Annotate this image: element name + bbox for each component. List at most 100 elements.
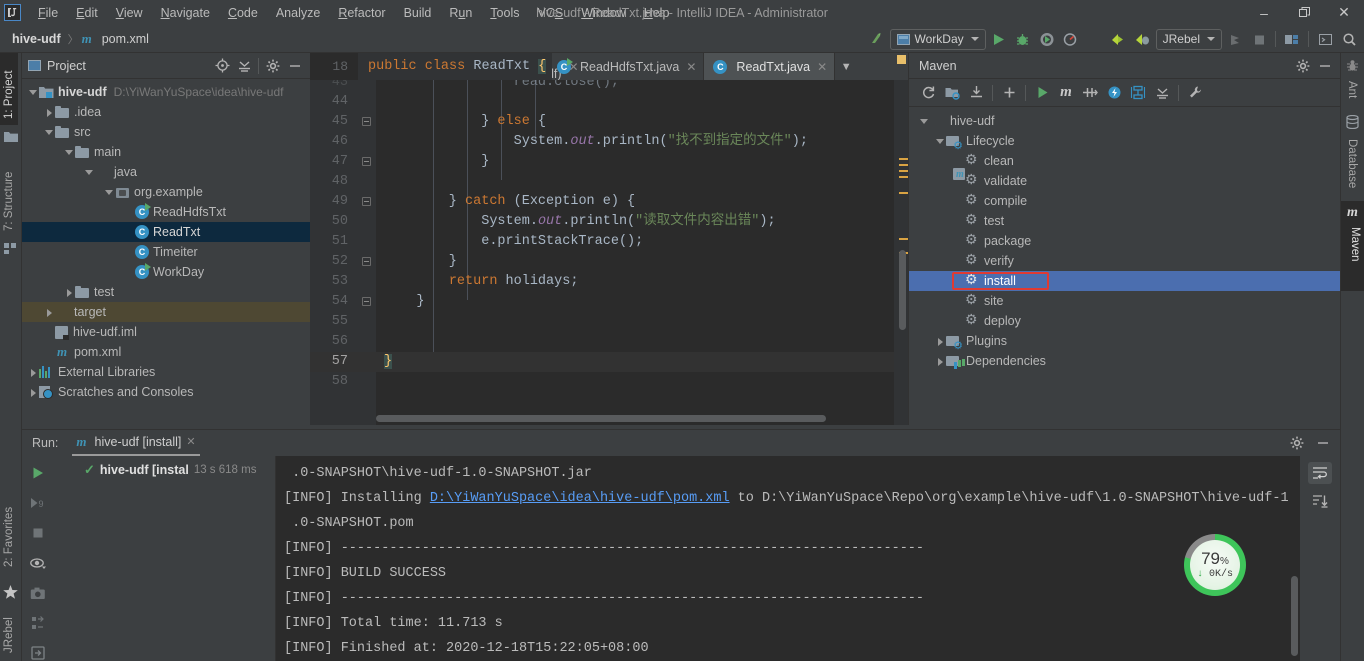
project-tree[interactable]: hive-udf D:\YiWanYuSpace\idea\hive-udf .…: [22, 79, 310, 425]
chevron-right-icon[interactable]: [28, 387, 39, 398]
chevron-right-icon[interactable]: [44, 107, 55, 118]
jrebel-run-icon[interactable]: [1108, 28, 1130, 50]
tree-item-scratches-and-consoles[interactable]: Scratches and Consoles: [22, 382, 310, 402]
download-sources-icon[interactable]: [965, 82, 987, 104]
expand-tests-icon[interactable]: [28, 614, 48, 632]
scroll-to-end-icon[interactable]: [1308, 490, 1332, 512]
execute-maven-goal-icon[interactable]: m: [1055, 82, 1077, 104]
hide-icon[interactable]: [1314, 55, 1336, 77]
network-speed-widget[interactable]: 79% ↓ 0K/s: [1184, 534, 1246, 596]
run-tree[interactable]: ✓ hive-udf [instal 13 s 618 ms: [54, 456, 276, 661]
menu-view[interactable]: View: [107, 3, 152, 23]
reload-icon[interactable]: [917, 82, 939, 104]
menu-vcs[interactable]: VCS: [528, 3, 572, 23]
tree-item-timeiter[interactable]: C Timeiter: [22, 242, 310, 262]
maven-item-dependencies[interactable]: Dependencies: [909, 351, 1341, 371]
warning-stripe-top[interactable]: [897, 55, 906, 64]
maximize-button[interactable]: [1284, 0, 1324, 25]
menu-edit[interactable]: Edit: [67, 3, 107, 23]
soft-wrap-icon[interactable]: [1308, 462, 1332, 484]
settings-gear-icon[interactable]: [1286, 432, 1308, 454]
tree-item-idea[interactable]: .idea: [22, 102, 310, 122]
jrebel-debug-icon[interactable]: [1132, 28, 1154, 50]
close-button[interactable]: ✕: [1324, 0, 1364, 25]
toggle-offline-icon[interactable]: [1103, 82, 1125, 104]
chevron-right-icon[interactable]: [935, 356, 946, 367]
collapse-all-icon[interactable]: [233, 55, 255, 77]
menu-navigate[interactable]: Navigate: [152, 3, 219, 23]
tree-item-external-libraries[interactable]: External Libraries: [22, 362, 310, 382]
menu-window[interactable]: Window: [572, 3, 634, 23]
tree-item-main[interactable]: main: [22, 142, 310, 162]
chevron-right-icon[interactable]: [44, 307, 55, 318]
chevron-down-icon[interactable]: ▼: [835, 53, 857, 80]
maven-goal-verify[interactable]: verify: [909, 251, 1341, 271]
tool-tab-database[interactable]: Database: [1342, 133, 1362, 194]
maven-goal-compile[interactable]: compile: [909, 191, 1341, 211]
sidebar-item-jrebel[interactable]: JRebel: [0, 603, 18, 659]
chevron-down-icon[interactable]: [919, 116, 930, 127]
run-tab-hive-udf-install[interactable]: m hive-udf [install] ✕: [72, 431, 200, 456]
rerun-icon[interactable]: [28, 464, 48, 482]
chevron-down-icon[interactable]: [44, 127, 55, 138]
menu-run[interactable]: Run: [440, 3, 481, 23]
tree-item-target[interactable]: target: [22, 302, 310, 322]
editor-horizontal-scrollbar[interactable]: [376, 415, 826, 422]
jrebel-selector[interactable]: JRebel: [1155, 28, 1222, 50]
tree-item-test[interactable]: test: [22, 282, 310, 302]
profiler-icon[interactable]: [1060, 28, 1082, 50]
chevron-down-icon[interactable]: [1084, 28, 1106, 50]
maven-goal-install[interactable]: install: [909, 271, 1341, 291]
run-icon[interactable]: [988, 28, 1010, 50]
chevron-down-icon[interactable]: [104, 187, 115, 198]
maven-tree[interactable]: hive-udf Lifecycle clean validate compil…: [909, 108, 1341, 425]
tree-item-hive-udf[interactable]: hive-udf D:\YiWanYuSpace\idea\hive-udf: [22, 82, 310, 102]
code-viewport[interactable]: 43 read.close(); 44 45 } else {46 Syste…: [310, 80, 908, 425]
chevron-right-icon[interactable]: [935, 336, 946, 347]
tree-item-src[interactable]: src: [22, 122, 310, 142]
search-everywhere-icon[interactable]: [1338, 28, 1360, 50]
menu-refactor[interactable]: Refactor: [329, 3, 394, 23]
sidebar-item-favorites[interactable]: 2: Favorites: [0, 489, 18, 573]
maven-goal-validate[interactable]: validate: [909, 171, 1341, 191]
debug-icon[interactable]: [1012, 28, 1034, 50]
tool-tab-ant[interactable]: Ant: [1342, 75, 1362, 104]
tree-item-java[interactable]: java: [22, 162, 310, 182]
chevron-right-icon[interactable]: [28, 367, 39, 378]
attach-debugger-icon[interactable]: [1224, 28, 1246, 50]
toggle-visibility-icon[interactable]: [28, 554, 48, 572]
hide-icon[interactable]: [1312, 432, 1334, 454]
stop-icon[interactable]: [28, 524, 48, 542]
menu-analyze[interactable]: Analyze: [267, 3, 329, 23]
rerun-failed-tests-icon[interactable]: 9: [28, 494, 48, 512]
menu-code[interactable]: Code: [219, 3, 267, 23]
hide-icon[interactable]: [284, 55, 306, 77]
tree-item-pom-xml[interactable]: m pom.xml: [22, 342, 310, 362]
run-tree-item[interactable]: ✓ hive-udf [instal 13 s 618 ms: [54, 462, 275, 478]
tree-item-readtxt[interactable]: C ReadTxt: [22, 222, 310, 242]
maven-item-hive-udf[interactable]: hive-udf: [909, 111, 1341, 181]
chevron-down-icon[interactable]: [935, 136, 946, 147]
chevron-right-icon[interactable]: [64, 287, 75, 298]
collapse-all-icon[interactable]: [1151, 82, 1173, 104]
export-icon[interactable]: [28, 644, 48, 661]
tree-item-readhdfstxt[interactable]: C ReadHdfsTxt: [22, 202, 310, 222]
maven-goal-site[interactable]: site: [909, 291, 1341, 311]
fold-slot[interactable]: [358, 152, 376, 172]
locate-icon[interactable]: [211, 55, 233, 77]
generate-sources-icon[interactable]: [941, 82, 963, 104]
terminal-icon[interactable]: [1314, 28, 1336, 50]
maven-goal-package[interactable]: package: [909, 231, 1341, 251]
project-structure-icon[interactable]: [1281, 28, 1303, 50]
chevron-down-icon[interactable]: [64, 147, 75, 158]
tree-item-workday[interactable]: C WorkDay: [22, 262, 310, 282]
maven-goal-test[interactable]: test: [909, 211, 1341, 231]
maven-settings-icon[interactable]: [1184, 82, 1206, 104]
sidebar-item-project[interactable]: 1: Project: [0, 53, 18, 125]
fold-slot[interactable]: [358, 192, 376, 212]
menu-file[interactable]: File: [29, 3, 67, 23]
editor-tab-readhdfstxt[interactable]: C ReadHdfsTxt.java ✕: [548, 53, 705, 80]
chevron-down-icon[interactable]: [28, 87, 39, 98]
menu-tools[interactable]: Tools: [481, 3, 528, 23]
close-icon[interactable]: ✕: [686, 60, 696, 74]
